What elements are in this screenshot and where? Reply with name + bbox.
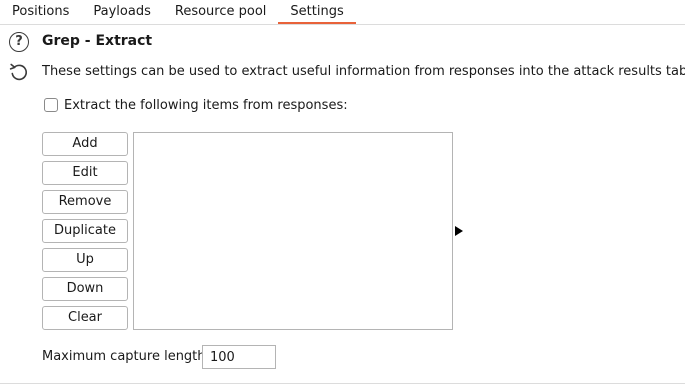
question-mark-icon[interactable]: ? <box>9 32 29 52</box>
divider <box>0 383 685 384</box>
section-title: Grep - Extract <box>42 33 153 49</box>
max-capture-length-label: Maximum capture length: <box>42 349 210 364</box>
tab-positions[interactable]: Positions <box>0 0 81 23</box>
tab-settings[interactable]: Settings <box>278 0 356 24</box>
down-button[interactable]: Down <box>42 277 128 301</box>
clear-button[interactable]: Clear <box>42 306 128 330</box>
restore-defaults-icon[interactable] <box>8 61 30 83</box>
expand-arrow-icon[interactable] <box>455 226 463 236</box>
section-description: These settings can be used to extract us… <box>42 64 685 79</box>
extract-items-checkbox-label[interactable]: Extract the following items from respons… <box>64 98 348 113</box>
tab-resource-pool[interactable]: Resource pool <box>163 0 279 23</box>
grep-extract-settings-panel: Positions Payloads Resource pool Setting… <box>0 0 685 386</box>
tab-bar: Positions Payloads Resource pool Setting… <box>0 0 685 25</box>
up-button[interactable]: Up <box>42 248 128 272</box>
tab-payloads[interactable]: Payloads <box>81 0 162 23</box>
extract-items-list[interactable] <box>133 132 453 330</box>
remove-button[interactable]: Remove <box>42 190 128 214</box>
max-capture-length-input[interactable] <box>202 345 276 369</box>
add-button[interactable]: Add <box>42 132 128 156</box>
duplicate-button[interactable]: Duplicate <box>42 219 128 243</box>
edit-button[interactable]: Edit <box>42 161 128 185</box>
extract-items-checkbox[interactable] <box>44 98 58 112</box>
